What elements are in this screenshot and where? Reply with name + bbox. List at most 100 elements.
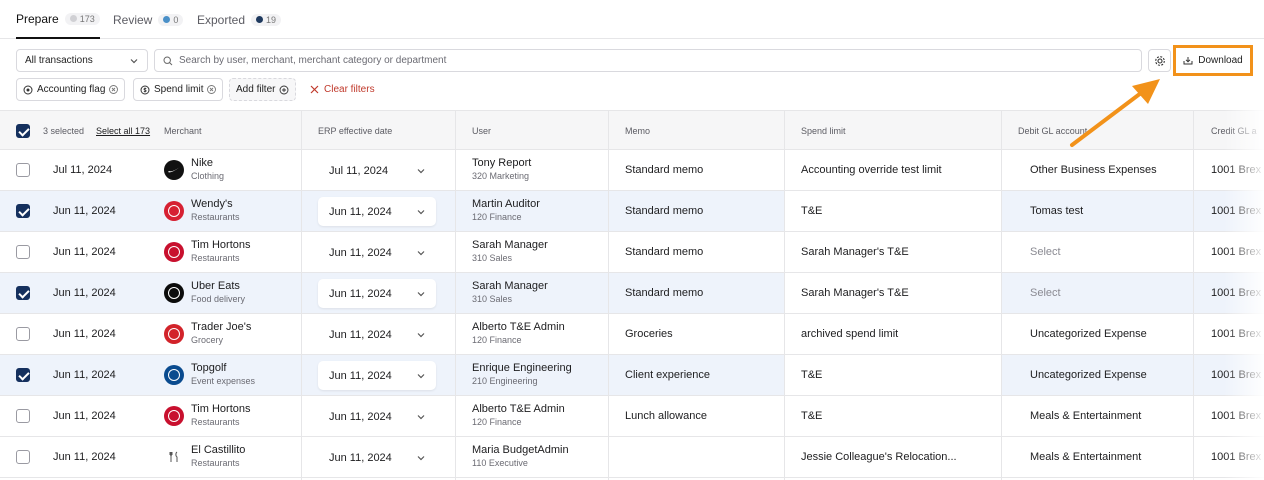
- spend-limit-value[interactable]: T&E: [801, 410, 822, 422]
- spend-limit-value[interactable]: Sarah Manager's T&E: [801, 246, 909, 258]
- erp-date-select[interactable]: Jun 11, 2024: [318, 402, 436, 431]
- add-filter-button[interactable]: Add filter: [229, 78, 297, 101]
- erp-date-select[interactable]: Jul 11, 2024: [318, 156, 436, 185]
- select-all-link[interactable]: Select all 173: [96, 111, 150, 150]
- clear-filters-button[interactable]: Clear filters: [310, 78, 375, 101]
- tab-label: Exported: [197, 12, 246, 27]
- download-button[interactable]: Download: [1178, 50, 1248, 71]
- tab-exported[interactable]: Exported 19: [197, 0, 282, 39]
- erp-date-value: Jul 11, 2024: [329, 164, 389, 177]
- merchant-category: Grocery: [191, 335, 224, 345]
- header-user[interactable]: User: [472, 111, 491, 150]
- row-checkbox[interactable]: [16, 286, 30, 300]
- debit-gl-select[interactable]: Select: [1030, 246, 1061, 258]
- erp-date-select[interactable]: Jun 11, 2024: [318, 320, 436, 349]
- row-checkbox[interactable]: [16, 327, 30, 341]
- filter-chip-accounting-flag[interactable]: Accounting flag: [16, 78, 126, 101]
- status-dot-icon: [163, 16, 171, 23]
- spend-limit-value[interactable]: T&E: [801, 369, 822, 381]
- user-name: Maria BudgetAdmin: [472, 444, 569, 456]
- select-all-checkbox[interactable]: [16, 124, 30, 138]
- close-icon[interactable]: [109, 85, 119, 94]
- debit-gl-select[interactable]: Uncategorized Expense: [1030, 328, 1147, 340]
- table-row[interactable]: Jun 11, 2024 Tim Hortons Restaurants Jun 11…: [0, 396, 1264, 437]
- user-department: 320 Marketing: [472, 171, 530, 181]
- merchant-name: Tim Hortons: [191, 403, 251, 415]
- memo-field[interactable]: Standard memo: [625, 287, 703, 299]
- merchant-category: Restaurants: [191, 417, 240, 427]
- table-row[interactable]: Jul 11, 2024 Nike Clothing Jul 11, 2024 Tony…: [0, 150, 1264, 191]
- erp-date-select[interactable]: Jun 11, 2024: [318, 361, 436, 390]
- debit-gl-select[interactable]: Select: [1030, 287, 1061, 299]
- table-row[interactable]: Jun 11, 2024 El Castillito Restaurants Jun …: [0, 437, 1264, 478]
- debit-gl-select[interactable]: Uncategorized Expense: [1030, 369, 1147, 381]
- credit-gl-value[interactable]: 1001 Brex: [1211, 246, 1261, 258]
- column-divider: [1193, 110, 1194, 480]
- filter-chip-label: Spend limit: [154, 84, 204, 95]
- column-divider: [1001, 110, 1002, 480]
- spend-limit-value[interactable]: Sarah Manager's T&E: [801, 287, 909, 299]
- memo-field[interactable]: Lunch allowance: [625, 410, 707, 422]
- memo-field[interactable]: Standard memo: [625, 246, 703, 258]
- erp-date-select[interactable]: Jun 11, 2024: [318, 197, 436, 226]
- credit-gl-value[interactable]: 1001 Brex: [1211, 451, 1261, 463]
- merchant-name: Uber Eats: [191, 280, 240, 292]
- tab-count-badge: 0: [158, 13, 184, 26]
- spend-limit-value[interactable]: archived spend limit: [801, 328, 898, 340]
- credit-gl-value[interactable]: 1001 Brex: [1211, 205, 1261, 217]
- spend-limit-value[interactable]: Accounting override test limit: [801, 164, 942, 176]
- debit-gl-select[interactable]: Tomas test: [1030, 205, 1083, 217]
- settings-button[interactable]: [1148, 49, 1171, 72]
- tim-hortons-icon: [164, 406, 184, 426]
- credit-gl-value[interactable]: 1001 Brex: [1211, 410, 1261, 422]
- transaction-date: Jun 11, 2024: [53, 369, 116, 381]
- erp-date-select[interactable]: Jun 11, 2024: [318, 279, 436, 308]
- table-row[interactable]: Jun 11, 2024 Trader Joe's Grocery Jun 11, 2…: [0, 314, 1264, 355]
- credit-gl-value[interactable]: 1001 Brex: [1211, 369, 1261, 381]
- table-row[interactable]: Jun 11, 2024 Uber Eats Food delivery Jun 11…: [0, 273, 1264, 314]
- debit-gl-select[interactable]: Meals & Entertainment: [1030, 410, 1141, 422]
- header-credit-gl[interactable]: Credit GL a: [1211, 111, 1257, 150]
- user-name: Martin Auditor: [472, 198, 540, 210]
- spend-limit-value[interactable]: T&E: [801, 205, 822, 217]
- header-erp-date[interactable]: ERP effective date: [318, 111, 392, 150]
- header-merchant[interactable]: Merchant: [164, 111, 202, 150]
- merchant-category: Food delivery: [191, 294, 246, 304]
- credit-gl-value[interactable]: 1001 Brex: [1211, 328, 1261, 340]
- credit-gl-value[interactable]: 1001 Brex: [1211, 164, 1261, 176]
- table-row[interactable]: Jun 11, 2024 Wendy's Restaurants Jun 11, 20…: [0, 191, 1264, 232]
- debit-gl-select[interactable]: Meals & Entertainment: [1030, 451, 1141, 463]
- erp-date-select[interactable]: Jun 11, 2024: [318, 238, 436, 267]
- tab-review[interactable]: Review 0: [113, 0, 184, 39]
- memo-field[interactable]: Client experience: [625, 369, 710, 381]
- row-checkbox[interactable]: [16, 163, 30, 177]
- credit-gl-value[interactable]: 1001 Brex: [1211, 287, 1261, 299]
- table-row[interactable]: Jun 11, 2024 Tim Hortons Restaurants Jun 11…: [0, 232, 1264, 273]
- table-row[interactable]: Jun 11, 2024 Topgolf Event expenses Jun 11,…: [0, 355, 1264, 396]
- transaction-date: Jun 11, 2024: [53, 451, 116, 463]
- erp-date-select[interactable]: Jun 11, 2024: [318, 443, 436, 472]
- header-memo[interactable]: Memo: [625, 111, 650, 150]
- transaction-date: Jun 11, 2024: [53, 410, 116, 422]
- header-debit-gl[interactable]: Debit GL account: [1018, 111, 1087, 150]
- spend-limit-value[interactable]: Jessie Colleague's Relocation...: [801, 451, 957, 463]
- row-checkbox[interactable]: [16, 245, 30, 259]
- merchant-name: Wendy's: [191, 198, 233, 210]
- memo-field[interactable]: Standard memo: [625, 205, 703, 217]
- chevron-down-icon: [417, 292, 425, 297]
- search-input[interactable]: [179, 55, 1133, 66]
- debit-gl-select[interactable]: Other Business Expenses: [1030, 164, 1157, 176]
- row-checkbox[interactable]: [16, 409, 30, 423]
- filter-chip-spend-limit[interactable]: Spend limit: [133, 78, 224, 101]
- add-filter-label: Add filter: [236, 84, 276, 95]
- row-checkbox[interactable]: [16, 204, 30, 218]
- tab-prepare[interactable]: Prepare 173: [16, 0, 100, 39]
- row-checkbox[interactable]: [16, 368, 30, 382]
- close-icon[interactable]: [207, 85, 217, 94]
- memo-field[interactable]: Groceries: [625, 328, 673, 340]
- count-value: 19: [266, 14, 277, 25]
- header-spend-limit[interactable]: Spend limit: [801, 111, 846, 150]
- transactions-select[interactable]: All transactions: [16, 49, 148, 72]
- row-checkbox[interactable]: [16, 450, 30, 464]
- memo-field[interactable]: Standard memo: [625, 164, 703, 176]
